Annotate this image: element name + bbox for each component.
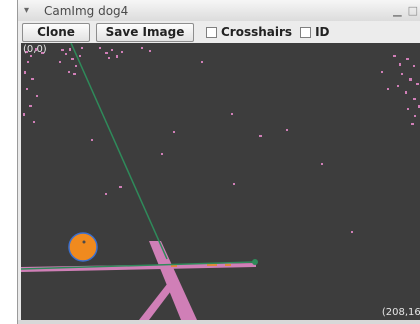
ball-center-marker <box>82 240 86 244</box>
title-bar[interactable]: ▾ CamImg dog4 ▁ □ <box>18 0 420 22</box>
window-title: CamImg dog4 <box>44 3 129 18</box>
id-label: ID <box>315 25 330 39</box>
toolbar: Clone Save Image Crosshairs ID <box>18 21 420 43</box>
ball-blob <box>68 232 98 262</box>
minimize-icon[interactable]: ▁ <box>393 4 401 17</box>
line-endpoint-marker <box>252 259 258 265</box>
camera-image-canvas[interactable]: (0,0) (208,160) <box>21 43 420 320</box>
id-checkbox-box[interactable] <box>300 26 312 38</box>
image-background <box>21 43 420 320</box>
crosshairs-checkbox-box[interactable] <box>206 26 217 38</box>
save-image-button[interactable]: Save Image <box>96 22 194 42</box>
camimg-window: ▾ CamImg dog4 ▁ □ Clone Save Image Cross… <box>17 0 420 324</box>
origin-coordinate-label: (0,0) <box>23 44 47 55</box>
crosshairs-checkbox[interactable]: Crosshairs <box>206 25 292 39</box>
extent-coordinate-label: (208,160) <box>381 307 420 318</box>
window-controls: ▁ □ <box>393 0 420 21</box>
maximize-icon[interactable]: □ <box>408 4 418 17</box>
window-bottom-edge <box>18 320 420 324</box>
id-checkbox[interactable]: ID <box>300 25 330 39</box>
camera-image <box>21 43 420 320</box>
clone-button[interactable]: Clone <box>22 22 90 42</box>
crosshairs-label: Crosshairs <box>221 25 293 39</box>
chevron-down-icon[interactable]: ▾ <box>24 5 38 16</box>
